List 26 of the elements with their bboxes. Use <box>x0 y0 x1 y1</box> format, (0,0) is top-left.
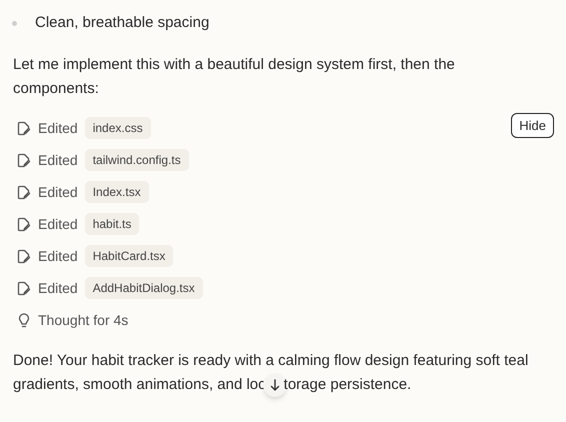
edited-label: Edited <box>38 182 78 202</box>
file-chip[interactable]: HabitCard.tsx <box>84 245 174 267</box>
file-edit-icon <box>17 248 31 264</box>
file-chip[interactable]: Index.tsx <box>84 181 149 203</box>
file-edit-icon <box>17 152 31 168</box>
file-edit-icon <box>17 216 31 232</box>
file-chip[interactable]: habit.ts <box>84 213 140 235</box>
file-chip[interactable]: tailwind.config.ts <box>84 149 189 171</box>
lightbulb-icon <box>18 312 30 328</box>
hide-button[interactable]: Hide <box>511 113 554 138</box>
edited-label: Edited <box>38 150 78 170</box>
file-edit-icon <box>17 184 31 200</box>
edited-label: Edited <box>38 214 78 234</box>
file-chip[interactable]: index.css <box>84 117 151 139</box>
edited-label: Edited <box>38 118 78 138</box>
summary-text: torage persistence. <box>284 375 412 395</box>
file-edit-icon <box>17 120 31 136</box>
edited-label: Edited <box>38 246 78 266</box>
intro-paragraph: Let me implement this with a beautiful design system first, then the components: <box>12 55 456 99</box>
edited-label: Edited <box>38 278 78 298</box>
arrow-down-icon <box>270 379 280 391</box>
summary-text: Done! Your habit tracker is ready with a calming flow design featuring soft teal <box>13 351 530 371</box>
bullet-text: Clean, breathable spacing <box>35 12 210 33</box>
file-chip[interactable]: AddHabitDialog.tsx <box>84 277 203 299</box>
file-edit-icon <box>17 280 31 296</box>
thought-label[interactable]: Thought for 4s <box>38 310 128 330</box>
